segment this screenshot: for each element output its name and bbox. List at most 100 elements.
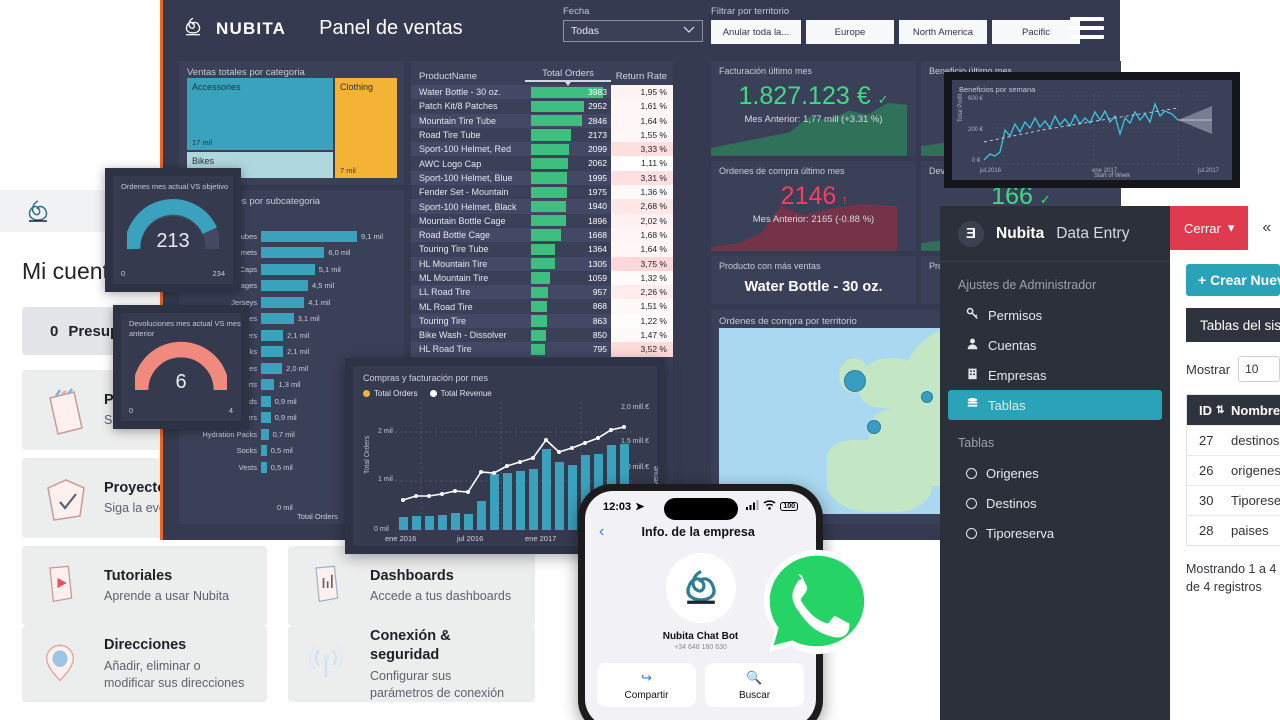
table-row[interactable]: LL Road Tire 957 2,26 % (411, 285, 673, 300)
budget-count: 0 (50, 322, 59, 340)
double-chevron-left-icon[interactable]: « (1248, 219, 1271, 237)
sidebar-item-cuentas[interactable]: Cuentas (948, 330, 1162, 360)
subcategory-bar (261, 428, 269, 440)
column-header-total-orders[interactable]: Total Orders (525, 68, 611, 86)
cell-return-rate: 1,61 % (611, 99, 673, 114)
weekly-profit-line-chart (982, 94, 1212, 165)
subcategory-label: Socks (236, 446, 257, 456)
table-row[interactable]: ML Mountain Tire 1059 1,32 % (411, 270, 673, 286)
territory-button-europe[interactable]: Europe (806, 20, 894, 44)
table-row[interactable]: Bike Wash - Dissolver 850 1,47 % (411, 328, 673, 343)
nubita-b-icon: Ǝ (958, 220, 984, 247)
date-filter-value: Todas (571, 25, 600, 37)
legend-item-total-revenue[interactable]: Total Revenue (429, 389, 492, 398)
sidebar-item-permisos[interactable]: Permisos (948, 300, 1162, 330)
table-row[interactable]: HL Mountain Tire 1305 3,75 % (411, 256, 673, 271)
table-row[interactable]: Road Bottle Cage 1668 1,68 % (411, 227, 673, 243)
table-row[interactable]: Sport-100 Helmet, Blue 1995 3,31 % (411, 170, 673, 186)
map-dot-uk[interactable] (844, 370, 866, 392)
table-row[interactable]: 27 destinos (1187, 425, 1280, 455)
column-header-nombre[interactable]: Nombre (1231, 403, 1280, 418)
gauge-max: 234 (212, 269, 225, 278)
account-card-conexion[interactable]: Conexión & seguridad Configurar sus pará… (288, 626, 535, 702)
legend-item-total-orders[interactable]: Total Orders (363, 389, 418, 398)
table-row[interactable]: Touring Tire 863 1,22 % (411, 313, 673, 329)
close-button[interactable]: Cerrar ▾ (1170, 206, 1249, 250)
territory-button-north-america[interactable]: North America (899, 20, 987, 44)
card-title: Conexión & seguridad (370, 627, 451, 664)
cell-total-orders: 2173 (525, 128, 611, 142)
table-row[interactable]: Water Bottle - 30 oz. 3983 1,95 % (411, 85, 673, 100)
data-entry-brand: Ǝ Nubita Data Entry (940, 206, 1170, 262)
combo-xtick-2: ene 2017 (525, 534, 557, 543)
orders-bar (531, 229, 562, 241)
account-card-tutoriales[interactable]: Tutoriales Aprende a usar Nubita (22, 546, 267, 626)
table-row[interactable]: 28 paises (1187, 515, 1280, 545)
table-row[interactable]: Mountain Tire Tube 2846 1,64 % (411, 113, 673, 128)
table-row[interactable]: ML Road Tire 868 1,51 % (411, 299, 673, 314)
subcategory-value: 3,1 mil (297, 314, 320, 324)
map-dot-france[interactable] (867, 420, 881, 434)
subcategory-bar (261, 395, 271, 407)
account-card-dashboards[interactable]: Dashboards Accede a tus dashboards (288, 546, 535, 626)
table-row[interactable]: HL Road Tire 795 3,52 % (411, 342, 673, 357)
table-row[interactable]: Fender Set - Mountain 1975 1,36 % (411, 185, 673, 200)
combo-xtick-1: jul 2016 (457, 534, 484, 543)
sidebar-item-empresas[interactable]: Empresas (948, 360, 1162, 390)
cell-id: 28 (1199, 523, 1214, 538)
sidebar-item-tablas[interactable]: Tablas (948, 390, 1162, 420)
table-row[interactable]: Sport-100 Helmet, Black 1940 2,68 % (411, 199, 673, 214)
cell-return-rate: 3,52 % (611, 342, 673, 357)
show-select[interactable]: 10 (1238, 356, 1280, 382)
sidebar-item-destinos[interactable]: Destinos (948, 488, 1162, 518)
table-row[interactable]: 26 origenes (1187, 455, 1280, 485)
card-title: Tutoriales (104, 567, 173, 584)
cell-return-rate: 3,33 % (611, 142, 673, 157)
treemap-cell-accessories[interactable]: Accessories 17 mil (187, 78, 333, 150)
landmass-uk (859, 358, 919, 408)
product-table: ProductName Total Orders Return Rate Wat… (411, 61, 673, 357)
column-header-return-rate[interactable]: Return Rate (611, 71, 673, 82)
orders-bar (531, 215, 566, 227)
cell-product-name: Sport-100 Helmet, Black (419, 201, 517, 212)
orders-bar (531, 157, 569, 170)
cell-total-orders: 795 (525, 342, 611, 356)
table-row[interactable]: Mountain Bottle Cage 1896 2,02 % (411, 213, 673, 228)
legend-swatch-icon (429, 390, 437, 397)
table-row[interactable]: AWC Logo Cap 2062 1,11 % (411, 156, 673, 171)
column-header-productname[interactable]: ProductName (411, 71, 525, 82)
radio-icon (966, 467, 977, 479)
table-row[interactable]: Road Tire Tube 2173 1,55 % (411, 127, 673, 143)
sidebar-item-origenes[interactable]: Origenes (948, 458, 1162, 488)
table-row[interactable]: Sport-100 Helmet, Red 2099 3,33 % (411, 142, 673, 157)
cell-total-orders: 868 (525, 299, 611, 313)
cell-total-orders: 1305 (525, 257, 611, 271)
cell-return-rate: 1,36 % (611, 185, 673, 200)
subcategory-value: 0,7 mil (272, 429, 295, 439)
table-row[interactable]: Touring Tire Tube 1364 1,64 % (411, 242, 673, 257)
table-row[interactable]: 30 Tiporeserva (1187, 485, 1280, 515)
map-pin-icon (40, 638, 88, 690)
table-row[interactable]: Patch Kit/8 Patches 2952 1,61 % (411, 99, 673, 114)
cell-total-orders: 1059 (525, 271, 611, 285)
map-dot-germany[interactable] (921, 391, 933, 403)
treemap-cell-clothing[interactable]: Clothing 7 mil (335, 78, 397, 178)
date-filter-select[interactable]: Todas (563, 20, 703, 42)
share-action-button[interactable]: ↪ Compartir (597, 663, 696, 707)
orders-bar (531, 315, 547, 327)
create-new-button[interactable]: + Crear Nuevo (1186, 264, 1280, 296)
hamburger-menu-icon[interactable] (1070, 17, 1104, 44)
card-subtitle: Configurar sus parámetros de conexión (370, 668, 505, 700)
orders-value: 2846 (588, 115, 607, 126)
cell-product-name: Mountain Bottle Cage (419, 215, 506, 226)
territory-button-pacific[interactable]: Pacific (992, 20, 1080, 44)
card-subtitle: Añadir, eliminar o modificar sus direcci… (104, 658, 245, 690)
sidebar-item-tiporeserva[interactable]: Tiporeserva (948, 518, 1162, 548)
territory-button-anular[interactable]: Anular toda la... (711, 20, 801, 44)
orders-bar (531, 286, 549, 298)
search-action-button[interactable]: 🔍 Buscar (705, 663, 804, 707)
weekly-ytick-1: 200 € (968, 127, 984, 133)
column-header-id[interactable]: ID ⇅ (1187, 403, 1231, 418)
account-card-direcciones[interactable]: Direcciones Añadir, eliminar o modificar… (22, 626, 267, 702)
orders-value: 1364 (588, 244, 607, 255)
